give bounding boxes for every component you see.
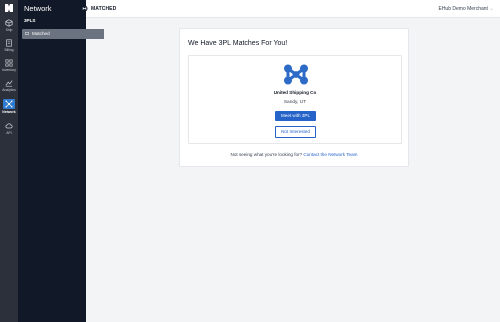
user-name: EHub Demo Merchant bbox=[438, 5, 488, 12]
contact-network-link[interactable]: Contact the Network Team bbox=[303, 152, 357, 157]
sidebar-title: Network bbox=[24, 4, 52, 13]
partner-logo-icon bbox=[284, 64, 308, 85]
rail-label: Billing bbox=[4, 48, 14, 52]
chart-icon bbox=[5, 80, 13, 87]
sidebar-item-label: Matched bbox=[32, 31, 50, 37]
not-interested-button[interactable]: Not Interested bbox=[275, 126, 316, 138]
user-menu[interactable]: EHub Demo Merchant ⌵ bbox=[438, 6, 493, 12]
rail-label: Ship bbox=[5, 28, 13, 32]
footer-text: Not seeing what you're looking for? bbox=[230, 152, 303, 157]
partner-name: United Shipping Co bbox=[273, 90, 317, 95]
icon-rail: Ship Billing Inventory Analytics Network… bbox=[0, 0, 18, 322]
rail-item-ship[interactable]: Ship bbox=[0, 18, 18, 34]
network-icon bbox=[5, 100, 13, 108]
invoice-icon bbox=[6, 39, 12, 47]
matches-card: We Have 3PL Matches For You! United Ship… bbox=[179, 28, 409, 167]
rail-item-network[interactable]: Network bbox=[0, 99, 18, 115]
app-logo-icon[interactable] bbox=[4, 3, 14, 13]
inventory-icon bbox=[5, 59, 13, 67]
match-icon bbox=[81, 5, 88, 12]
chevron-down-icon: ⌵ bbox=[489, 5, 493, 11]
rail-label: Inventory bbox=[2, 68, 16, 72]
rail-label: API bbox=[6, 131, 12, 135]
top-bar: MATCHED EHub Demo Merchant ⌵ bbox=[81, 0, 500, 18]
sidebar-item-matched[interactable]: Matched bbox=[22, 29, 104, 39]
rail-item-api[interactable]: API bbox=[0, 121, 18, 137]
partner-location: Sandy, UT bbox=[283, 100, 307, 105]
rail-label: Network bbox=[2, 110, 16, 114]
rail-item-analytics[interactable]: Analytics bbox=[0, 78, 18, 94]
partner-card: United Shipping Co Sandy, UT Meet with 3… bbox=[188, 55, 402, 144]
rail-label: Analytics bbox=[2, 88, 16, 92]
sidebar-section-label: 3PLS bbox=[24, 18, 36, 23]
card-heading: We Have 3PL Matches For You! bbox=[188, 40, 288, 47]
page-title: MATCHED bbox=[91, 6, 117, 12]
rail-item-inventory[interactable]: Inventory bbox=[0, 58, 18, 74]
match-icon bbox=[25, 32, 29, 35]
box-icon bbox=[5, 19, 13, 27]
meet-button[interactable]: Meet with 3PL bbox=[275, 111, 316, 121]
active-highlight bbox=[3, 99, 15, 109]
rail-item-billing[interactable]: Billing bbox=[0, 38, 18, 54]
card-footer: Not seeing what you're looking for? Cont… bbox=[180, 152, 408, 157]
sidebar: Network 3PLS Matched bbox=[18, 0, 104, 322]
cloud-icon bbox=[5, 123, 13, 129]
